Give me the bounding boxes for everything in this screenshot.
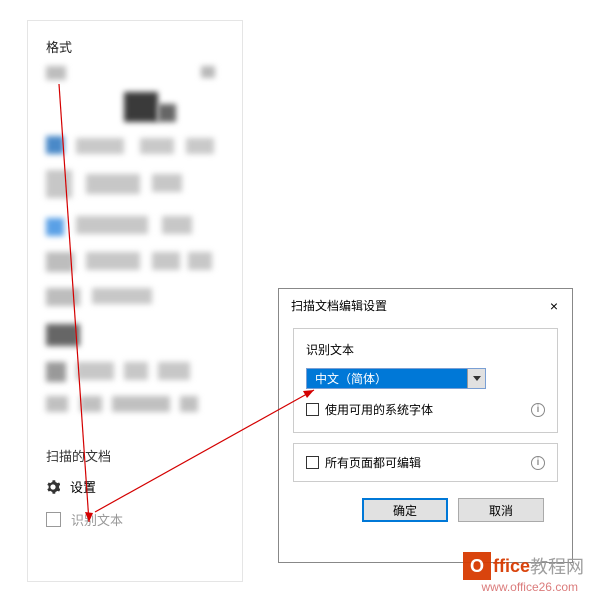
all-pages-editable-checkbox[interactable]: 所有页面都可编辑 i [306, 454, 545, 471]
language-dropdown[interactable]: 中文（简体） [306, 368, 486, 389]
use-system-fonts-checkbox[interactable]: 使用可用的系统字体 i [306, 401, 545, 418]
chevron-down-icon [467, 369, 485, 388]
watermark-brand1: ffice [493, 556, 530, 577]
watermark-url: www.office26.com [482, 580, 579, 594]
checkbox-icon [306, 403, 319, 416]
watermark-logo: O ffice 教程网 [463, 552, 584, 580]
format-options-blurred [46, 66, 224, 436]
info-icon[interactable]: i [531, 403, 545, 417]
all-pages-label: 所有页面都可编辑 [325, 454, 421, 471]
dialog-titlebar: 扫描文档编辑设置 × [279, 289, 572, 322]
settings-label: 设置 [70, 477, 96, 496]
cancel-button[interactable]: 取消 [458, 498, 544, 522]
panel-title: 格式 [28, 21, 242, 66]
recognize-text-label: 识别文本 [71, 510, 123, 529]
watermark-brand2: 教程网 [530, 553, 584, 579]
language-selected: 中文（简体） [307, 370, 467, 387]
ok-button[interactable]: 确定 [362, 498, 448, 522]
dialog-title: 扫描文档编辑设置 [291, 297, 387, 314]
office-icon: O [463, 552, 491, 580]
use-system-fonts-label: 使用可用的系统字体 [325, 401, 433, 418]
checkbox-icon [306, 456, 319, 469]
pages-group: 所有页面都可编辑 i [293, 443, 558, 482]
settings-button[interactable]: 设置 [28, 473, 242, 504]
dialog-body: 识别文本 中文（简体） 使用可用的系统字体 i 所有页面都可编辑 i 确定 取 [279, 322, 572, 528]
format-panel: 格式 扫描的文档 设置 [27, 20, 243, 582]
info-icon[interactable]: i [531, 456, 545, 470]
checkbox-icon [46, 512, 61, 527]
recognize-text-group: 识别文本 中文（简体） 使用可用的系统字体 i [293, 328, 558, 433]
close-icon[interactable]: × [546, 298, 562, 314]
recognize-group-label: 识别文本 [306, 341, 545, 358]
gear-icon [46, 480, 60, 494]
scan-settings-dialog: 扫描文档编辑设置 × 识别文本 中文（简体） 使用可用的系统字体 i 所有页面都… [278, 288, 573, 563]
recognize-text-checkbox-row[interactable]: 识别文本 [28, 504, 242, 535]
dialog-buttons: 确定 取消 [293, 498, 558, 522]
scanned-docs-heading: 扫描的文档 [28, 436, 242, 473]
